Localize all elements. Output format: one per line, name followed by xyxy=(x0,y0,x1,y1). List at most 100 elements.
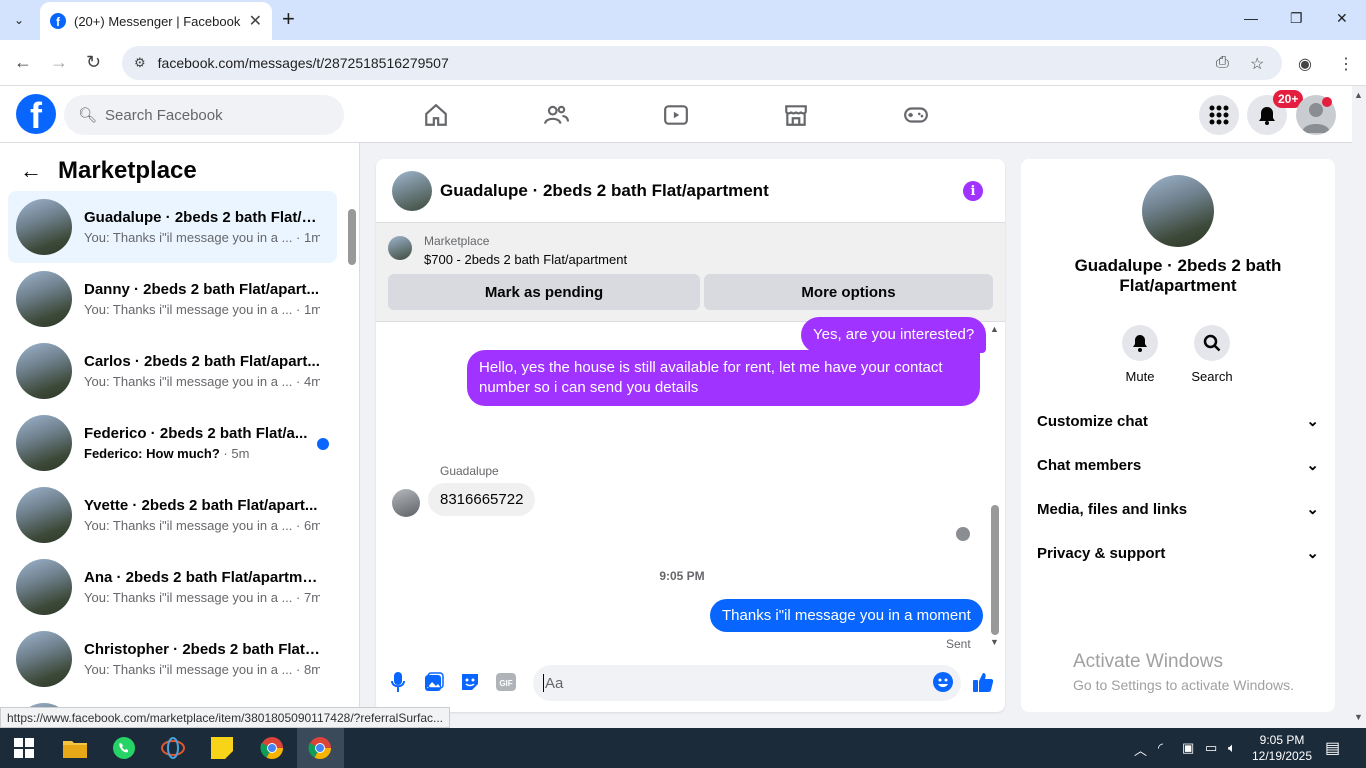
conversation-preview: Federico: How much? xyxy=(84,446,220,461)
conversation-item[interactable]: Christopher · 2beds 2 bath Flat/... You:… xyxy=(8,623,337,695)
profile-avatar[interactable] xyxy=(1142,175,1214,247)
chevron-down-icon: ⌄ xyxy=(1306,457,1319,474)
photo-icon[interactable] xyxy=(423,671,445,693)
back-arrow-icon[interactable]: ← xyxy=(20,158,42,184)
whatsapp-icon[interactable] xyxy=(110,734,138,762)
url-input[interactable]: ⚙ facebook.com/messages/t/28725185162795… xyxy=(122,46,1282,80)
listing-thumbnail xyxy=(16,199,72,255)
search-in-chat-button[interactable]: Search xyxy=(1182,325,1242,384)
page-scroll-up-icon[interactable]: ▲ xyxy=(1354,90,1363,100)
sidebar-scrollbar[interactable] xyxy=(348,209,356,265)
marketplace-listing-bar: Marketplace $700 - 2beds 2 bath Flat/apa… xyxy=(376,223,1005,322)
sticky-notes-icon[interactable] xyxy=(208,734,236,762)
forward-icon[interactable]: → xyxy=(50,52,68,73)
conversation-name: Yvette · 2beds 2 bath Flat/apart... xyxy=(84,497,318,514)
time-separator: 9:05 PM xyxy=(659,569,705,583)
conversation-item[interactable]: Federico · 2beds 2 bath Flat/a... Federi… xyxy=(8,407,337,479)
chat-members-row[interactable]: Chat members ⌄ xyxy=(1037,453,1319,477)
message-outgoing[interactable]: Hello, yes the house is still available … xyxy=(467,350,980,406)
friends-icon[interactable] xyxy=(543,102,569,128)
conversation-preview: You: Thanks i"il message you in a ... xyxy=(84,518,293,533)
search-input[interactable]: 🔍︎ Search Facebook xyxy=(64,95,344,135)
chevron-down-icon: ⌄ xyxy=(1306,545,1319,562)
chat-scrollbar[interactable] xyxy=(991,505,999,635)
scroll-up-arrow-icon[interactable]: ▲ xyxy=(990,324,999,334)
file-explorer-icon[interactable] xyxy=(61,734,89,762)
browser-tab[interactable]: f (20+) Messenger | Facebook ✕ xyxy=(40,2,272,40)
privacy-support-row[interactable]: Privacy & support ⌄ xyxy=(1037,541,1319,565)
battery-icon[interactable]: ▭ xyxy=(1205,740,1217,756)
windows-start-icon[interactable] xyxy=(10,734,38,762)
activate-windows-watermark: Activate Windows Go to Settings to activ… xyxy=(1073,651,1294,693)
video-icon[interactable] xyxy=(663,102,689,128)
info-icon[interactable]: i xyxy=(963,181,983,201)
search-placeholder: Search Facebook xyxy=(105,106,223,124)
gaming-icon[interactable] xyxy=(903,102,929,128)
scroll-down-arrow-icon[interactable]: ▼ xyxy=(990,637,999,647)
marketplace-sidebar: ← Marketplace Guadalupe · 2beds 2 bath F… xyxy=(0,143,360,728)
like-thumbs-up-icon[interactable] xyxy=(972,671,994,693)
close-window-icon[interactable]: ✕ xyxy=(1336,10,1348,27)
new-tab-icon[interactable]: + xyxy=(282,8,295,30)
conversation-name: Danny · 2beds 2 bath Flat/apart... xyxy=(84,281,320,298)
message-incoming[interactable]: 8316665722 xyxy=(428,483,536,516)
app-icon[interactable] xyxy=(159,734,187,762)
mute-button[interactable]: Mute xyxy=(1110,325,1170,384)
customize-chat-row[interactable]: Customize chat ⌄ xyxy=(1037,409,1319,433)
back-icon[interactable]: ← xyxy=(14,52,32,73)
chat-title[interactable]: Guadalupe · 2beds 2 bath Flat/apartment xyxy=(440,181,769,201)
message-outgoing[interactable]: Yes, are you interested? xyxy=(801,317,987,353)
emoji-icon[interactable] xyxy=(932,671,954,693)
conversation-preview: You: Thanks i"il message you in a ... xyxy=(84,302,293,317)
sent-status: Sent xyxy=(946,637,971,651)
message-outgoing-latest[interactable]: Thanks i"il message you in a moment xyxy=(710,599,983,632)
bookmark-star-icon[interactable]: ☆ xyxy=(1250,54,1264,74)
listing-thumbnail xyxy=(16,631,72,687)
gif-icon[interactable]: GIF xyxy=(495,671,517,693)
chrome-profile-icon[interactable] xyxy=(306,734,334,762)
tray-chevron-up-icon[interactable]: ︿ xyxy=(1134,740,1147,759)
action-center-icon[interactable]: ▤ xyxy=(1325,738,1340,758)
profile-icon[interactable]: ◉ xyxy=(1298,54,1312,74)
conversation-item[interactable]: Yvette · 2beds 2 bath Flat/apart... You:… xyxy=(8,479,337,551)
sender-avatar[interactable] xyxy=(392,489,420,517)
conversation-item[interactable]: Guadalupe · 2beds 2 bath Flat/a... You: … xyxy=(8,191,337,263)
volume-icon[interactable]: 🔈︎ xyxy=(1228,740,1236,756)
conversation-details-panel: Guadalupe · 2beds 2 bath Flat/apartment … xyxy=(1021,159,1335,712)
conversation-item[interactable]: Carlos · 2beds 2 bath Flat/apart... You:… xyxy=(8,335,337,407)
chrome-icon[interactable] xyxy=(258,734,286,762)
conversation-item[interactable]: Ana · 2beds 2 bath Flat/apartme... You: … xyxy=(8,551,337,623)
minimize-icon[interactable]: — xyxy=(1244,10,1258,26)
site-settings-icon[interactable]: ⚙ xyxy=(134,55,146,71)
clock-time: 9:05 PM xyxy=(1259,733,1305,747)
tab-search-chevron-icon[interactable]: ⌄ xyxy=(6,8,32,32)
sticker-icon[interactable] xyxy=(459,671,481,693)
restore-icon[interactable]: ❐ xyxy=(1290,10,1303,27)
taskbar-clock[interactable]: 9:05 PM 12/19/2025 xyxy=(1250,732,1314,764)
menu-grid-icon[interactable] xyxy=(1199,95,1239,135)
facebook-favicon-icon: f xyxy=(50,13,66,29)
listing-title[interactable]: $700 - 2beds 2 bath Flat/apartment xyxy=(424,252,627,267)
message-input[interactable]: Aa xyxy=(533,665,961,701)
more-options-button[interactable]: More options xyxy=(704,274,993,310)
close-tab-icon[interactable]: ✕ xyxy=(249,11,262,31)
mark-as-pending-button[interactable]: Mark as pending xyxy=(388,274,700,310)
conversation-preview: You: Thanks i"il message you in a ... xyxy=(84,662,293,677)
conversation-item[interactable]: Danny · 2beds 2 bath Flat/apart... You: … xyxy=(8,263,337,335)
conversation-name: Federico · 2beds 2 bath Flat/a... xyxy=(84,425,308,442)
facebook-logo-icon[interactable]: f xyxy=(16,94,56,134)
home-icon[interactable] xyxy=(423,102,449,128)
meet-now-icon[interactable]: ▣ xyxy=(1182,740,1194,756)
conversation-preview: You: Thanks i"il message you in a ... xyxy=(84,230,293,245)
menu-kebab-icon[interactable]: ⋮ xyxy=(1338,54,1354,74)
install-app-icon[interactable]: ⎙ xyxy=(1216,54,1229,72)
media-files-links-row[interactable]: Media, files and links ⌄ xyxy=(1037,497,1319,521)
reload-icon[interactable]: ↻ xyxy=(86,52,101,73)
chat-avatar[interactable] xyxy=(392,170,432,211)
row-label: Media, files and links xyxy=(1037,500,1188,518)
page-scroll-down-icon[interactable]: ▼ xyxy=(1354,712,1363,722)
marketplace-icon[interactable] xyxy=(783,102,809,128)
microphone-icon[interactable] xyxy=(387,671,409,693)
svg-text:GIF: GIF xyxy=(499,679,512,688)
network-icon[interactable]: ◜ xyxy=(1158,740,1163,756)
